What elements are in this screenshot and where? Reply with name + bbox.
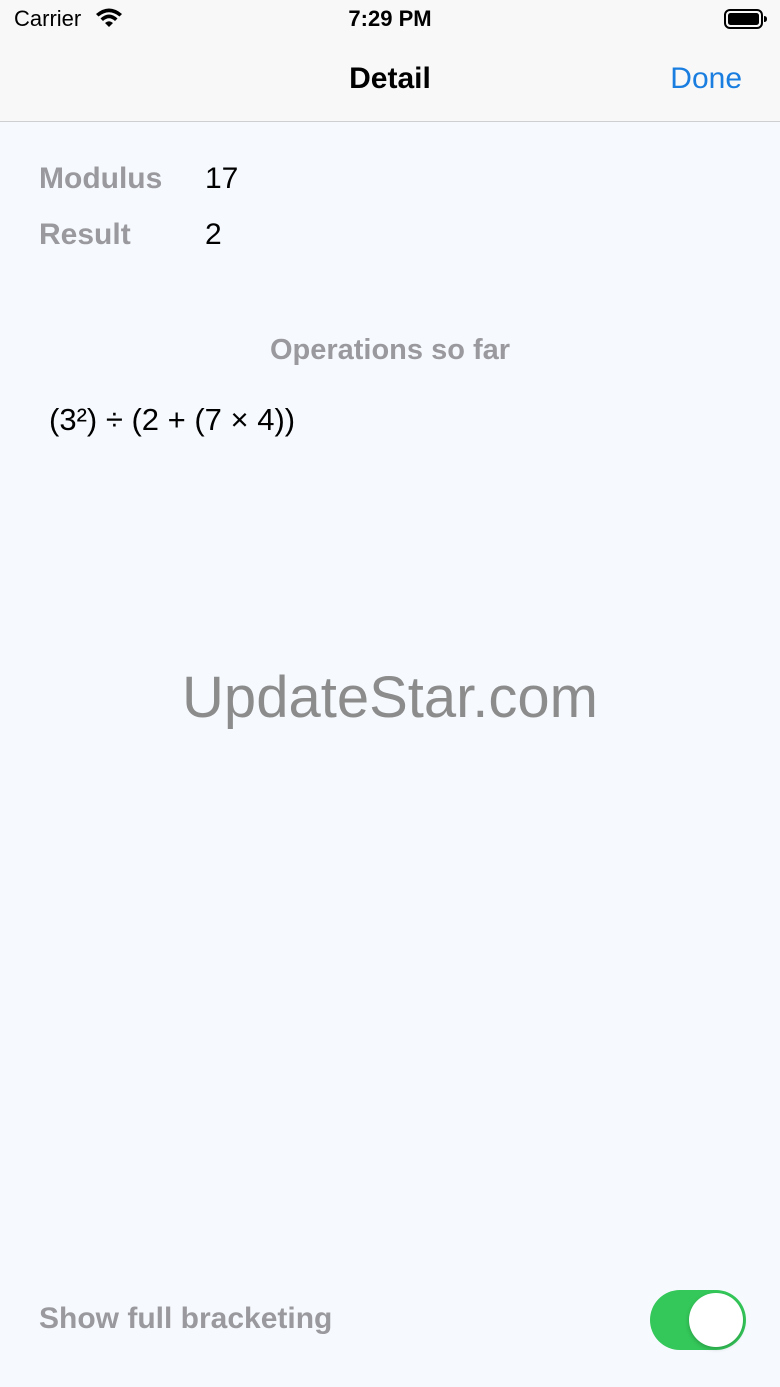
bracketing-label: Show full bracketing: [39, 1302, 333, 1335]
status-bar: Carrier 7:29 PM: [0, 0, 780, 40]
operations-expression: (3²) ÷ (2 + (7 × 4)): [49, 402, 296, 437]
watermark: UpdateStar.com: [182, 665, 598, 730]
done-button[interactable]: Done: [670, 62, 742, 96]
result-value: 2: [205, 218, 222, 251]
page-title: Detail: [349, 62, 431, 95]
detail-screen: Carrier 7:29 PM Detail Done Modulus 17 R…: [0, 0, 780, 1387]
bracketing-toggle[interactable]: [650, 1290, 746, 1350]
battery-full-icon: [724, 9, 767, 29]
status-time: 7:29 PM: [348, 6, 432, 31]
operations-heading: Operations so far: [269, 334, 511, 366]
navigation-bar: Detail Done: [0, 40, 780, 122]
modulus-label: Modulus: [39, 162, 163, 195]
modulus-value: 17: [205, 162, 239, 195]
result-label: Result: [39, 218, 131, 251]
toggle-knob: [689, 1293, 743, 1347]
